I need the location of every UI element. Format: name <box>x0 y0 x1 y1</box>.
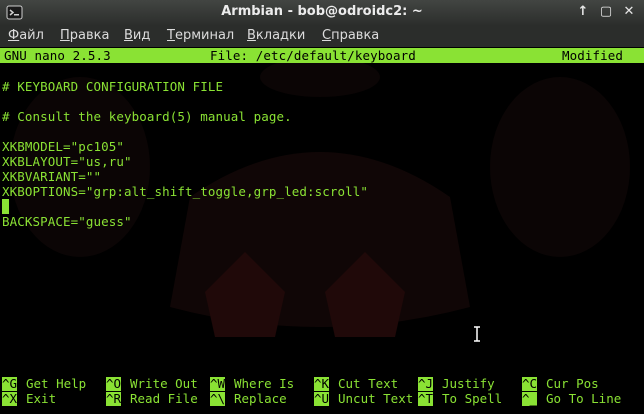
menu-terminal-label: ерминал <box>174 28 235 43</box>
menu-terminal[interactable]: Терминал <box>167 28 234 43</box>
shortcut-key-where-is[interactable]: ^W <box>210 377 226 391</box>
file-line-7: XKBVARIANT="" <box>2 169 102 184</box>
file-line-1: # KEYBOARD CONFIGURATION FILE <box>2 79 224 94</box>
shortcut-label-justify: Justify <box>442 376 495 391</box>
file-line-10: BACKSPACE="guess" <box>2 214 132 229</box>
terminal-area[interactable]: GNU nano 2.5.3 File: /etc/default/keyboa… <box>0 47 644 414</box>
shortcut-label-exit: Exit <box>26 391 57 406</box>
text-cursor <box>2 199 9 214</box>
menu-tabs-label: кладки <box>255 28 306 43</box>
close-button[interactable]: ✕ <box>620 3 638 21</box>
nano-filename: File: /etc/default/keyboard <box>210 48 416 63</box>
shortcut-key-write-out[interactable]: ^O <box>106 377 122 391</box>
nano-version: GNU nano 2.5.3 <box>4 48 111 63</box>
file-line-8: XKBOPTIONS="grp:alt_shift_toggle,grp_led… <box>2 184 369 199</box>
menu-tabs-access-key: В <box>247 28 256 43</box>
window-title: Armbian - bob@odroidc2: ~ <box>221 4 423 19</box>
shortcut-key-cur-pos[interactable]: ^C <box>522 377 538 391</box>
menu-edit-label: равка <box>69 28 110 43</box>
background-wallpaper <box>10 57 630 337</box>
menu-terminal-access-key: Т <box>167 28 175 43</box>
shortcut-label-replace: Replace <box>234 391 287 406</box>
ibeam-cursor-icon <box>474 326 480 342</box>
file-line-6: XKBLAYOUT="us,ru" <box>2 154 132 169</box>
shortcut-key-exit[interactable]: ^X <box>2 392 18 406</box>
menu-help-label: правка <box>331 28 380 43</box>
shortcut-label-read-file: Read File <box>130 391 198 406</box>
terminal-window: Armbian - bob@odroidc2: ~ ↑ ▢ ✕ Файл Пра… <box>0 0 644 414</box>
menu-tabs[interactable]: Вкладки <box>247 28 305 43</box>
shortcut-label-write-out: Write Out <box>130 376 198 391</box>
nano-shortcut-bar: ^G Get Help ^O Write Out ^W Where Is ^K … <box>0 377 644 407</box>
menu-file[interactable]: Файл <box>8 28 44 43</box>
shortcut-key-go-to-line[interactable]: ^_ <box>522 392 538 406</box>
shortcut-label-cut-text: Cut Text <box>338 376 399 391</box>
shortcut-label-cur-pos: Cur Pos <box>546 376 599 391</box>
menu-file-label: айл <box>19 28 44 43</box>
minimize-button[interactable]: ↑ <box>574 3 592 21</box>
shortcut-label-go-to-line: Go To Line <box>546 391 622 406</box>
maximize-button[interactable]: ▢ <box>597 3 615 21</box>
nano-header-bar: GNU nano 2.5.3 File: /etc/default/keyboa… <box>0 48 644 63</box>
menu-file-access-key: Ф <box>8 28 20 43</box>
shortcut-label-uncut-text: Uncut Text <box>338 391 414 406</box>
nano-modified-status: Modified <box>562 48 624 63</box>
menu-view-access-key: В <box>124 28 133 43</box>
shortcut-label-where-is: Where Is <box>234 376 295 391</box>
file-line-5: XKBMODEL="pc105" <box>2 139 125 154</box>
shortcut-key-to-spell[interactable]: ^T <box>418 392 434 406</box>
title-bar[interactable]: Armbian - bob@odroidc2: ~ ↑ ▢ ✕ <box>0 0 644 25</box>
shortcut-key-uncut-text[interactable]: ^U <box>314 392 330 406</box>
menu-view[interactable]: Вид <box>124 28 150 43</box>
shortcut-key-read-file[interactable]: ^R <box>106 392 122 406</box>
menu-help[interactable]: Справка <box>322 28 379 43</box>
shortcut-key-get-help[interactable]: ^G <box>2 377 18 391</box>
shortcut-key-justify[interactable]: ^J <box>418 377 434 391</box>
menu-edit-access-key: П <box>60 28 70 43</box>
shortcut-key-replace[interactable]: ^\ <box>210 392 226 406</box>
menu-edit[interactable]: Правка <box>60 28 109 43</box>
shortcut-key-cut-text[interactable]: ^K <box>314 377 330 391</box>
menu-view-label: ид <box>132 28 151 43</box>
shortcut-label-get-help: Get Help <box>26 376 87 391</box>
shortcut-label-to-spell: To Spell <box>442 391 503 406</box>
menu-bar: Файл Правка Вид Терминал Вкладки Справка <box>0 25 644 47</box>
menu-help-access-key: С <box>322 28 332 43</box>
file-line-3: # Consult the keyboard(5) manual page. <box>2 109 292 124</box>
